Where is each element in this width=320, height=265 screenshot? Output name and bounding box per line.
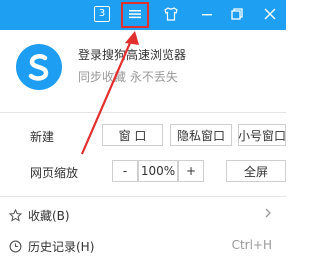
sogou-logo-icon <box>28 54 49 81</box>
shirt-icon <box>164 7 178 21</box>
zoom-level: 100% <box>138 160 178 182</box>
minimize-icon <box>202 14 212 16</box>
menu-item-shortcut: Ctrl+H <box>231 238 272 252</box>
new-small-window-button[interactable]: 小号窗口 <box>238 124 286 146</box>
menu-button-highlight-box <box>121 2 149 28</box>
menu-item-history[interactable]: 历史记录(H) Ctrl+H <box>0 234 286 258</box>
clock-icon <box>8 239 22 253</box>
zoom-label: 网页缩放 <box>30 166 79 180</box>
restore-button[interactable] <box>226 4 248 24</box>
zoom-in-button[interactable]: + <box>178 160 204 182</box>
new-label: 新建 <box>30 130 55 144</box>
menu-item-label: 历史记录(H) <box>28 240 95 254</box>
star-icon <box>8 208 22 222</box>
login-link[interactable]: 登录搜狗高速浏览器 <box>78 46 186 63</box>
chevron-right-icon <box>264 207 272 222</box>
minimize-button[interactable] <box>196 4 218 24</box>
skin-button[interactable] <box>160 4 182 24</box>
close-icon <box>264 8 276 20</box>
zoom-out-button[interactable]: - <box>112 160 138 182</box>
login-subtitle: 同步收藏 永不丢失 <box>78 70 178 84</box>
divider <box>0 112 286 113</box>
close-button[interactable] <box>259 4 281 24</box>
menu-item-favorites[interactable]: 收藏(B) <box>0 203 286 227</box>
title-bar: 3 <box>0 0 286 30</box>
new-window-button[interactable]: 窗 口 <box>102 124 163 146</box>
menu-item-label: 收藏(B) <box>28 209 70 223</box>
new-private-window-button[interactable]: 隐私窗口 <box>170 124 232 146</box>
fullscreen-button[interactable]: 全屏 <box>226 160 286 182</box>
tab-count-badge[interactable]: 3 <box>94 6 110 22</box>
divider <box>0 196 286 197</box>
restore-icon <box>231 8 243 20</box>
browser-main-menu: 3 登录搜狗高速浏览器 同步收藏 永不丢失 新建 窗 口 隐私窗口 小号窗口 网… <box>0 0 286 265</box>
sogou-logo[interactable] <box>16 44 62 90</box>
